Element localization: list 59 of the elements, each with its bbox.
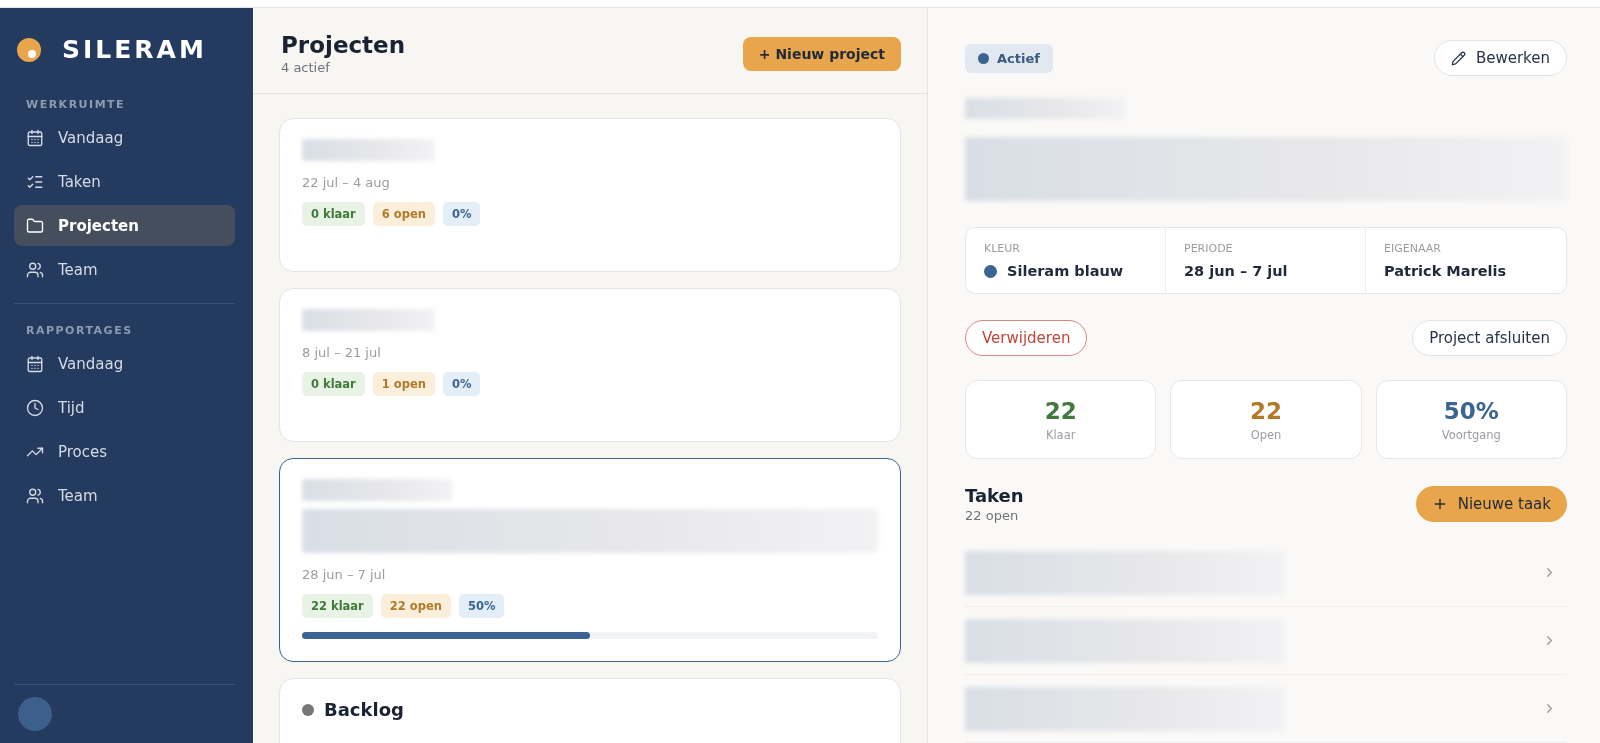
- info-value: Sileram blauw: [1007, 263, 1124, 279]
- team-icon: [26, 260, 44, 279]
- new-project-button[interactable]: + Nieuw project: [742, 36, 901, 71]
- nav-item[interactable]: Team: [14, 475, 235, 516]
- project-title: Backlog: [324, 699, 404, 720]
- stat-label: Voortgang: [1441, 427, 1501, 442]
- section-label: RAPPORTAGES: [25, 324, 134, 339]
- project-card[interactable]: 8 jul – 21 jul 0 klaar 1 open 0%: [279, 288, 901, 442]
- project-card[interactable]: 28 jun – 7 jul 22 klaar 22 open 50%: [279, 458, 901, 662]
- progress-badge: 0%: [442, 372, 481, 396]
- stat-value: 22: [1250, 397, 1282, 424]
- project-dates: 22 jul – 4 aug: [302, 175, 391, 190]
- nav-item[interactable]: Tijd: [14, 387, 235, 428]
- nav-item[interactable]: Taken: [14, 161, 235, 202]
- open-badge: 1 open: [372, 372, 435, 396]
- open-badge: 6 open: [372, 202, 435, 226]
- done-badge: 22 klaar: [302, 594, 373, 618]
- project-card[interactable]: 22 jul – 4 aug 0 klaar 6 open 0%: [279, 118, 901, 272]
- stat-value: 22: [1044, 397, 1077, 424]
- stat-label: Open: [1250, 427, 1282, 442]
- done-badge: 0 klaar: [302, 202, 365, 226]
- section-subtitle: 22 open: [965, 508, 1020, 523]
- progress-badge: 50%: [458, 594, 505, 618]
- progress-badge: 0%: [442, 202, 481, 226]
- open-badge: 22 open: [380, 594, 451, 618]
- team-icon: [26, 486, 44, 505]
- pencil-icon: [1450, 50, 1466, 66]
- info-label: PERIODE: [1184, 242, 1234, 255]
- page-title: Projecten: [281, 32, 406, 58]
- section-label: WERKRUIMTE: [25, 98, 127, 113]
- nav-item[interactable]: Proces: [14, 431, 235, 472]
- calendar-icon: [26, 128, 44, 147]
- logo-text: SILERAM: [62, 35, 207, 64]
- project-dates: 8 jul – 21 jul: [302, 345, 382, 360]
- status-pill: Actief: [965, 43, 1053, 73]
- stat-value: 50%: [1443, 397, 1499, 424]
- info-value: 28 jun – 7 jul: [1184, 263, 1288, 279]
- info-value: Patrick Marelis: [1384, 263, 1507, 279]
- nav-item[interactable]: Team: [14, 249, 235, 290]
- section-title: Taken: [965, 485, 1024, 506]
- edit-button[interactable]: Bewerken: [1433, 40, 1567, 76]
- delete-button[interactable]: Verwijderen: [965, 320, 1088, 356]
- avatar: [18, 697, 52, 731]
- logo-icon: [16, 36, 42, 63]
- clock-icon: [26, 398, 44, 417]
- calendar-icon: [26, 354, 44, 373]
- info-label: EIGENAAR: [1384, 242, 1442, 255]
- nav-item[interactable]: Vandaag: [14, 343, 235, 384]
- folder-icon: [26, 216, 44, 235]
- done-badge: 0 klaar: [302, 372, 365, 396]
- stat-label: Klaar: [1045, 427, 1076, 442]
- info-label: KLEUR: [984, 242, 1021, 255]
- nav-item[interactable]: Vandaag: [14, 117, 235, 158]
- nav-item[interactable]: Projecten: [14, 205, 235, 246]
- page-subtitle: 4 actief: [281, 60, 331, 75]
- project-card[interactable]: Backlog: [279, 678, 901, 743]
- close-project-button[interactable]: Project afsluiten: [1412, 320, 1567, 356]
- new-task-button[interactable]: Nieuwe taak: [1415, 486, 1567, 522]
- project-dates: 28 jun – 7 jul: [302, 567, 387, 582]
